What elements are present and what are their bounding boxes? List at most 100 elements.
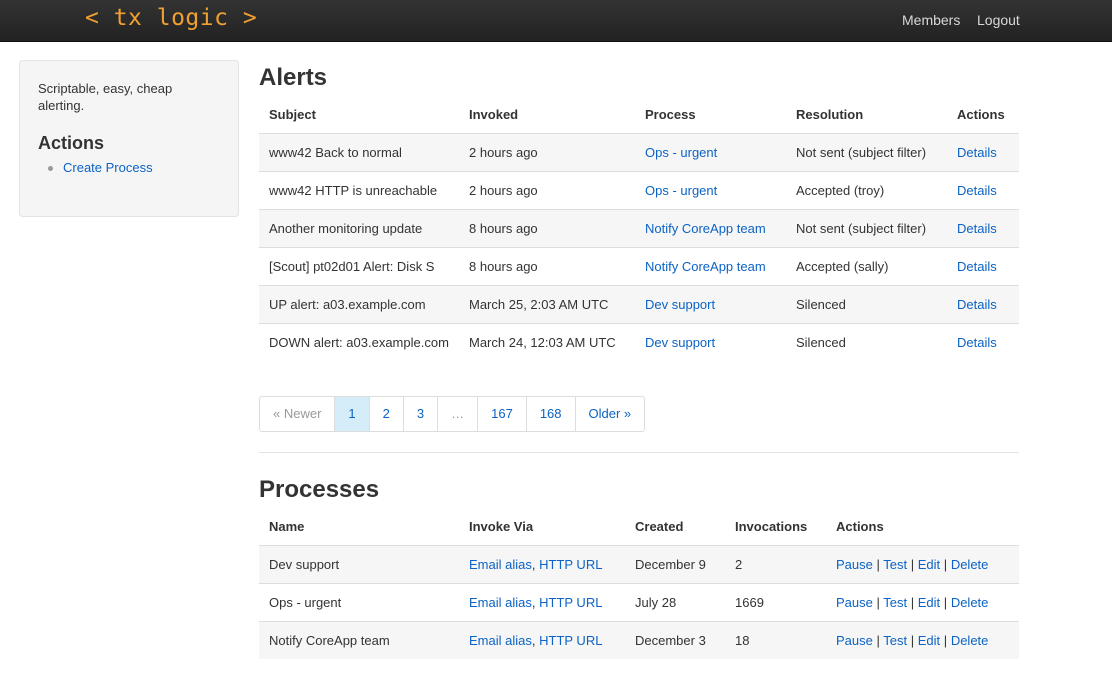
section-divider: [259, 452, 1019, 453]
alert-invoked: March 24, 12:03 AM UTC: [459, 322, 635, 379]
alert-resolution: Accepted (troy): [786, 170, 947, 209]
logout-link[interactable]: Logout: [977, 12, 1020, 28]
details-link[interactable]: Details: [957, 183, 997, 198]
http-url-link[interactable]: HTTP URL: [539, 633, 602, 648]
test-link[interactable]: Test: [883, 595, 907, 610]
table-row: Ops - urgent Email alias, HTTP URL July …: [259, 582, 1019, 621]
alert-resolution: Silenced: [786, 322, 947, 379]
separator: |: [910, 556, 915, 572]
pause-link[interactable]: Pause: [836, 595, 873, 610]
alert-subject: DOWN alert: a03.example.com: [259, 322, 459, 379]
test-link[interactable]: Test: [883, 557, 907, 572]
details-link[interactable]: Details: [957, 259, 997, 274]
separator: |: [876, 594, 880, 610]
table-header-row: Name Invoke Via Created Invocations Acti…: [259, 508, 1019, 545]
tagline: Scriptable, easy, cheap alerting.: [38, 81, 173, 113]
table-row: Another monitoring update 8 hours ago No…: [259, 208, 1019, 247]
alert-invoked: 2 hours ago: [459, 132, 635, 171]
process-invocations: 2: [725, 544, 826, 583]
alert-subject: UP alert: a03.example.com: [259, 284, 459, 323]
newer-page-button: « Newer: [273, 406, 322, 421]
alert-resolution: Silenced: [786, 284, 947, 323]
email-alias-link[interactable]: Email alias: [469, 557, 532, 572]
details-link[interactable]: Details: [957, 145, 997, 160]
alert-invoked: 2 hours ago: [459, 170, 635, 209]
process-invocations: 1669: [725, 582, 826, 621]
http-url-link[interactable]: HTTP URL: [539, 557, 602, 572]
alert-invoked: March 25, 2:03 AM UTC: [459, 284, 635, 323]
http-url-link[interactable]: HTTP URL: [539, 595, 602, 610]
alert-subject: [Scout] pt02d01 Alert: Disk S: [259, 246, 459, 285]
separator: |: [943, 632, 948, 648]
alert-process-link[interactable]: Ops - urgent: [645, 145, 717, 160]
table-row: Dev support Email alias, HTTP URL Decemb…: [259, 544, 1019, 583]
column-header: Process: [645, 106, 696, 122]
page-button[interactable]: 2: [368, 397, 403, 431]
column-header: Invoke Via: [469, 518, 534, 534]
pause-link[interactable]: Pause: [836, 557, 873, 572]
page-button[interactable]: 1: [334, 397, 369, 431]
edit-link[interactable]: Edit: [918, 633, 940, 648]
pagination: « Newer 1 2 3 … 167 168 Older »: [259, 396, 646, 432]
test-link[interactable]: Test: [883, 633, 907, 648]
page-button[interactable]: 168: [525, 397, 575, 431]
alert-subject: www42 HTTP is unreachable: [259, 170, 459, 209]
process-invocations: 18: [725, 620, 826, 659]
delete-link[interactable]: Delete: [951, 633, 989, 648]
table-row: Notify CoreApp team Email alias, HTTP UR…: [259, 620, 1019, 659]
sidebar-actions-list: Create Process: [38, 160, 220, 175]
alert-resolution: Not sent (subject filter): [786, 132, 947, 171]
top-navbar: < tx logic > Members Logout: [0, 0, 1112, 42]
alert-process-link[interactable]: Dev support: [645, 297, 715, 312]
alert-process-link[interactable]: Dev support: [645, 335, 715, 350]
column-header: Subject: [269, 106, 316, 122]
create-process-link[interactable]: Create Process: [63, 160, 153, 175]
page-button[interactable]: 167: [477, 397, 526, 431]
alert-process-link[interactable]: Ops - urgent: [645, 183, 717, 198]
alert-invoked: 8 hours ago: [459, 246, 635, 285]
separator: |: [876, 632, 880, 648]
alert-process-link[interactable]: Notify CoreApp team: [645, 221, 766, 236]
separator: |: [876, 556, 880, 572]
alerts-table: Subject Invoked Process Resolution Actio…: [259, 96, 1019, 379]
details-link[interactable]: Details: [957, 297, 997, 312]
process-created: December 9: [625, 544, 725, 583]
alert-subject: www42 Back to normal: [259, 132, 459, 171]
process-created: July 28: [625, 582, 725, 621]
sidebar-heading: Actions: [38, 133, 105, 153]
alert-process-link[interactable]: Notify CoreApp team: [645, 259, 766, 274]
details-link[interactable]: Details: [957, 335, 997, 350]
table-row: www42 HTTP is unreachable 2 hours ago Op…: [259, 170, 1019, 209]
delete-link[interactable]: Delete: [951, 557, 989, 572]
members-link[interactable]: Members: [902, 12, 960, 28]
page-button[interactable]: 3: [402, 397, 437, 431]
column-header: Resolution: [796, 106, 864, 122]
pause-link[interactable]: Pause: [836, 633, 873, 648]
processes-title: Processes: [259, 476, 380, 503]
delete-link[interactable]: Delete: [951, 595, 989, 610]
column-header: Invocations: [735, 518, 808, 534]
older-page-button[interactable]: Older »: [574, 397, 645, 431]
separator: |: [943, 556, 948, 572]
sidebar: Scriptable, easy, cheap alerting. Action…: [19, 60, 239, 217]
list-item: Create Process: [48, 160, 220, 175]
column-header: Created: [635, 518, 684, 534]
alert-resolution: Not sent (subject filter): [786, 208, 947, 247]
table-header-row: Subject Invoked Process Resolution Actio…: [259, 96, 1019, 133]
alert-subject: Another monitoring update: [259, 208, 459, 247]
details-link[interactable]: Details: [957, 221, 997, 236]
processes-table: Name Invoke Via Created Invocations Acti…: [259, 508, 1019, 659]
email-alias-link[interactable]: Email alias: [469, 633, 532, 648]
brand-logo[interactable]: < tx logic >: [85, 5, 257, 31]
column-header: Name: [269, 518, 305, 534]
comma: ,: [531, 632, 536, 648]
alerts-title: Alerts: [259, 64, 328, 91]
page-ellipsis: …: [437, 397, 477, 431]
process-created: December 3: [625, 620, 725, 659]
edit-link[interactable]: Edit: [918, 557, 940, 572]
email-alias-link[interactable]: Email alias: [469, 595, 532, 610]
edit-link[interactable]: Edit: [918, 595, 940, 610]
alert-resolution: Accepted (sally): [786, 246, 947, 285]
process-name: Notify CoreApp team: [259, 620, 459, 659]
separator: |: [910, 632, 915, 648]
